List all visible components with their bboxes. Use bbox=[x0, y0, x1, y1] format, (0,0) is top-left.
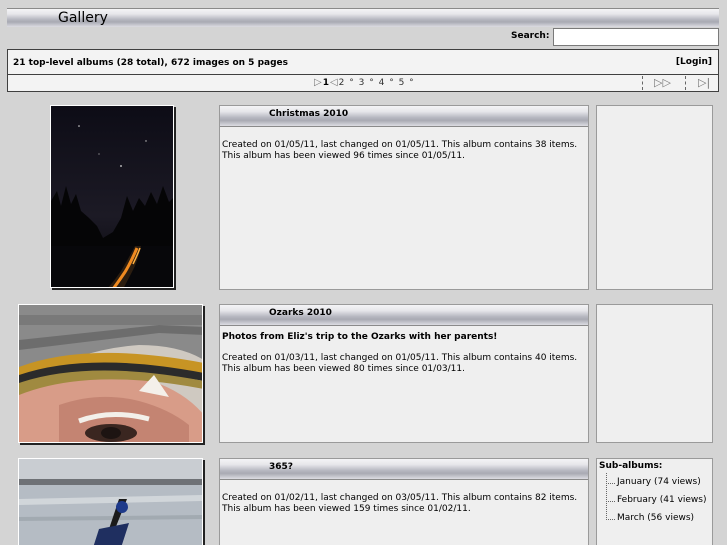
nav-divider bbox=[642, 76, 643, 90]
search-label: Search: bbox=[511, 31, 550, 41]
album-meta-line: Created on 01/05/11, last changed on 01/… bbox=[222, 140, 578, 150]
subalbum-link-february[interactable]: February (41 views) bbox=[617, 495, 707, 505]
subalbums-label: Sub-albums: bbox=[599, 461, 663, 471]
tree-line bbox=[606, 473, 614, 520]
page-title: Gallery bbox=[58, 10, 108, 26]
album-thumbnail[interactable] bbox=[18, 304, 203, 443]
page-link-2[interactable]: 2 bbox=[339, 78, 346, 88]
last-page-icon[interactable]: ▷| bbox=[698, 76, 710, 89]
next-page-icon[interactable]: ▷ bbox=[314, 77, 323, 88]
album-description: Photos from Eliz's trip to the Ozarks wi… bbox=[222, 332, 498, 342]
subalbum-link-january[interactable]: January (74 views) bbox=[617, 477, 701, 487]
tree-branch bbox=[606, 483, 615, 484]
fast-forward-icon[interactable]: ▷▷ bbox=[654, 76, 671, 89]
tree-branch bbox=[606, 501, 615, 502]
page-navigation: ▷1◁2 ° 3 ° 4 ° 5 ° ▷▷ ▷| bbox=[8, 74, 718, 91]
search-input[interactable] bbox=[553, 28, 719, 46]
album-thumbnail[interactable] bbox=[50, 105, 174, 288]
frozen-lake-image bbox=[19, 459, 202, 545]
page-link-3[interactable]: 3 bbox=[359, 78, 366, 88]
album-header: Christmas 2010 bbox=[220, 106, 588, 127]
album-sidebar bbox=[596, 304, 713, 443]
album-views-line: This album has been viewed 80 times sinc… bbox=[222, 364, 465, 374]
album-views-line: This album has been viewed 159 times sin… bbox=[222, 504, 471, 514]
subalbums-panel: Sub-albums: January (74 views) February … bbox=[596, 458, 713, 545]
album-panel: Christmas 2010 Created on 01/05/11, last… bbox=[219, 105, 589, 290]
page-link-5[interactable]: 5 bbox=[399, 78, 406, 88]
page-link-4[interactable]: 4 bbox=[379, 78, 386, 88]
subalbum-link-march[interactable]: March (56 views) bbox=[617, 513, 694, 523]
album-panel: 365? Created on 01/02/11, last changed o… bbox=[219, 458, 589, 545]
prev-page-icon[interactable]: ◁ bbox=[330, 77, 339, 88]
login-link[interactable]: [Login] bbox=[676, 57, 712, 67]
album-panel: Ozarks 2010 Photos from Eliz's trip to t… bbox=[219, 304, 589, 443]
album-sidebar bbox=[596, 105, 713, 290]
album-meta-line: Created on 01/02/11, last changed on 03/… bbox=[222, 493, 578, 503]
album-thumbnail[interactable] bbox=[18, 458, 203, 545]
album-title[interactable]: 365? bbox=[269, 462, 293, 472]
album-summary-text: 21 top-level albums (28 total), 672 imag… bbox=[13, 58, 288, 68]
album-title[interactable]: Christmas 2010 bbox=[269, 109, 348, 119]
gallery-title-bar: Gallery bbox=[7, 8, 719, 27]
nav-divider bbox=[685, 76, 686, 90]
album-views-line: This album has been viewed 96 times sinc… bbox=[222, 151, 465, 161]
night-road-image bbox=[51, 106, 173, 287]
album-header: 365? bbox=[220, 459, 588, 480]
album-meta-line: Created on 01/03/11, last changed on 01/… bbox=[222, 353, 578, 363]
gallery-summary-box: 21 top-level albums (28 total), 672 imag… bbox=[7, 49, 719, 92]
tree-branch bbox=[606, 519, 615, 520]
album-title[interactable]: Ozarks 2010 bbox=[269, 308, 332, 318]
album-header: Ozarks 2010 bbox=[220, 305, 588, 326]
man-in-knit-hat-image bbox=[19, 305, 202, 442]
page-link-1: 1 bbox=[322, 78, 330, 88]
